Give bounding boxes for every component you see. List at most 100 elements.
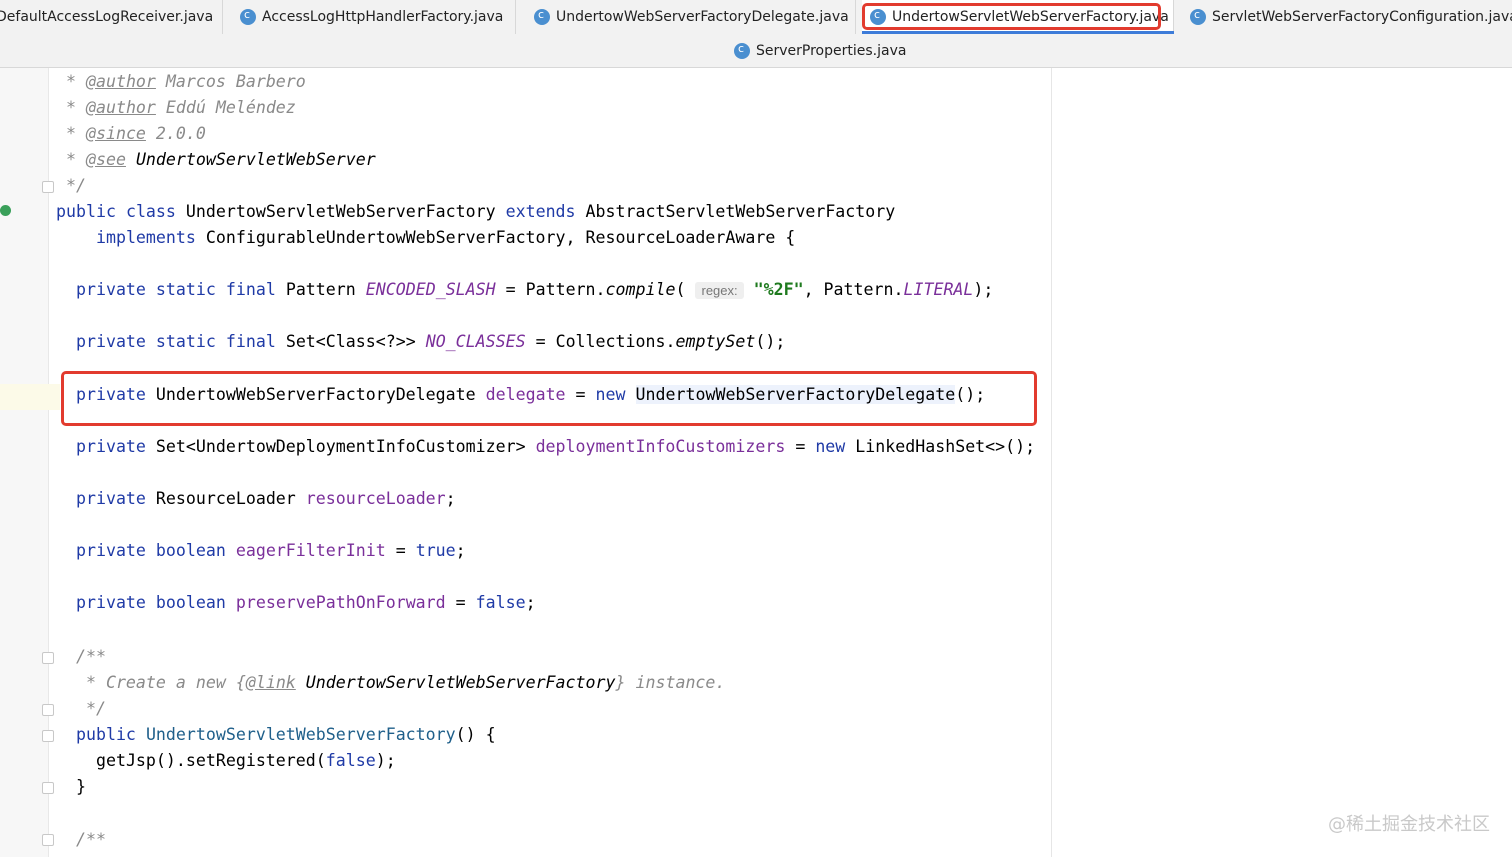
keyword: private xyxy=(75,332,146,351)
code-line[interactable]: } xyxy=(56,774,86,800)
fold-icon[interactable] xyxy=(42,834,54,846)
tab-undertow-web-server-factory-delegate[interactable]: UndertowWebServerFactoryDelegate.java ✕ xyxy=(518,0,856,34)
code-line[interactable]: */ xyxy=(56,173,86,199)
fold-icon[interactable] xyxy=(42,704,54,716)
code-line[interactable]: /** xyxy=(56,644,106,670)
code-line[interactable]: * Create a new {@link UndertowServletWeb… xyxy=(56,670,725,696)
tab-label: AccessLogHttpHandlerFactory.java xyxy=(262,9,504,25)
class-icon xyxy=(1190,8,1206,25)
code-text: = xyxy=(445,593,476,612)
fold-icon[interactable] xyxy=(42,782,54,794)
field-name: ENCODED_SLASH xyxy=(365,280,496,299)
code-text: () { xyxy=(455,725,496,744)
javadoc-tag: @link xyxy=(245,673,296,692)
type-name: ResourceLoader xyxy=(155,489,296,508)
javadoc-tag: @since xyxy=(85,124,146,143)
comment-text: * xyxy=(56,98,86,117)
current-line-highlight xyxy=(0,384,60,410)
code-text: ; xyxy=(525,593,536,612)
field-name: eagerFilterInit xyxy=(235,541,386,560)
type-name: Set<Class<?>> xyxy=(285,332,416,351)
code-line[interactable]: * @see UndertowServletWebServer xyxy=(56,147,376,173)
comment-text: * xyxy=(56,72,86,91)
keyword: class xyxy=(125,202,176,221)
fold-icon[interactable] xyxy=(42,730,54,742)
code-line[interactable]: */ xyxy=(56,696,106,722)
keyword: extends xyxy=(505,202,576,221)
code-text: ); xyxy=(973,280,994,299)
class-icon xyxy=(734,42,750,59)
close-icon[interactable]: ✕ xyxy=(515,9,516,25)
constructor-name: UndertowServletWebServerFactory xyxy=(145,725,456,744)
code-line[interactable]: * @author Marcos Barbero xyxy=(56,69,306,95)
code-line[interactable]: private static final Pattern ENCODED_SLA… xyxy=(56,277,993,303)
javadoc-tag: @author xyxy=(85,98,156,117)
tab-label: UndertowWebServerFactoryDelegate.java xyxy=(556,9,849,25)
keyword: private xyxy=(75,541,146,560)
right-margin-guide xyxy=(1051,68,1052,857)
comment-text: Marcos Barbero xyxy=(155,72,306,91)
code-line[interactable]: /** xyxy=(56,827,106,853)
tab-default-access-log-receiver[interactable]: DefaultAccessLogReceiver.java ✕ xyxy=(0,0,223,34)
boolean-literal: false xyxy=(475,593,526,612)
constant: LITERAL xyxy=(903,280,974,299)
keyword: private xyxy=(75,489,146,508)
highlight-box-tab xyxy=(862,3,1161,30)
keyword: public xyxy=(56,202,116,221)
tab-access-log-http-handler-factory[interactable]: AccessLogHttpHandlerFactory.java ✕ xyxy=(224,0,516,34)
comment-text: */ xyxy=(56,176,86,195)
type-name: Pattern xyxy=(285,280,356,299)
code-line[interactable]: public class UndertowServletWebServerFac… xyxy=(56,199,895,225)
editor-gutter xyxy=(0,68,48,857)
comment-text: } xyxy=(615,673,626,692)
comment-text: * xyxy=(56,124,86,143)
code-line[interactable]: private ResourceLoader resourceLoader; xyxy=(56,486,456,512)
keyword: final xyxy=(225,280,276,299)
highlight-box-delegate xyxy=(61,371,1037,426)
comment-text: * xyxy=(56,150,86,169)
code-text: (); xyxy=(755,332,786,351)
tab-servlet-web-server-factory-configuration[interactable]: ServletWebServerFactoryConfiguration.jav… xyxy=(1176,0,1512,34)
tab-label: DefaultAccessLogReceiver.java xyxy=(0,9,214,25)
comment-text: instance. xyxy=(625,673,726,692)
code-text: = xyxy=(385,541,416,560)
keyword: boolean xyxy=(155,593,226,612)
implementation-gutter-icon[interactable] xyxy=(0,205,11,216)
tab-server-properties[interactable]: ServerProperties.java xyxy=(734,34,906,67)
editor-tab-bar-row-2: ServerProperties.java xyxy=(0,34,1512,68)
field-name: deploymentInfoCustomizers xyxy=(535,437,786,456)
fold-icon[interactable] xyxy=(42,181,54,193)
method-call: emptySet xyxy=(675,332,756,351)
class-name: UndertowServletWebServerFactory xyxy=(185,202,496,221)
javadoc-reference: UndertowServletWebServer xyxy=(125,150,376,169)
class-icon xyxy=(534,8,550,25)
keyword: implements xyxy=(95,228,196,247)
keyword: static xyxy=(155,280,216,299)
type-name: Set<UndertowDeploymentInfoCustomizer> xyxy=(155,437,526,456)
code-text: } xyxy=(75,777,86,796)
code-text: = Collections. xyxy=(525,332,676,351)
code-line[interactable]: private boolean preservePathOnForward = … xyxy=(56,590,536,616)
tab-label: ServerProperties.java xyxy=(756,42,907,59)
field-name: resourceLoader xyxy=(305,489,446,508)
comment-text: Eddú Meléndez xyxy=(155,98,296,117)
watermark: @稀土掘金技术社区 xyxy=(1328,814,1490,835)
code-line[interactable]: private static final Set<Class<?>> NO_CL… xyxy=(56,329,785,355)
code-line[interactable]: private Set<UndertowDeploymentInfoCustom… xyxy=(56,434,1035,460)
fold-icon[interactable] xyxy=(42,652,54,664)
constructor-call: LinkedHashSet<>(); xyxy=(855,437,1036,456)
tab-label: ServletWebServerFactoryConfiguration.jav… xyxy=(1212,9,1512,25)
code-text: getJsp().setRegistered( xyxy=(95,751,326,770)
keyword: private xyxy=(75,593,146,612)
code-line[interactable]: * @author Eddú Meléndez xyxy=(56,95,296,121)
string-literal: "%2F" xyxy=(753,280,804,299)
keyword: final xyxy=(225,332,276,351)
code-line[interactable]: public UndertowServletWebServerFactory()… xyxy=(56,722,496,748)
code-line[interactable]: implements ConfigurableUndertowWebServer… xyxy=(56,225,795,251)
code-text: = xyxy=(785,437,816,456)
code-line[interactable]: getJsp().setRegistered(false); xyxy=(56,748,396,774)
keyword: new xyxy=(815,437,846,456)
code-line[interactable]: * @since 2.0.0 xyxy=(56,121,206,147)
comment-text: /** xyxy=(75,830,106,849)
code-line[interactable]: private boolean eagerFilterInit = true; xyxy=(56,538,466,564)
